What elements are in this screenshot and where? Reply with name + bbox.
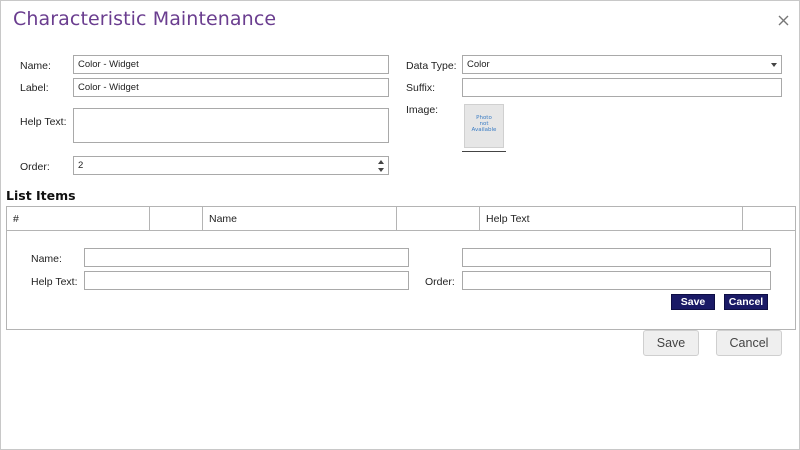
name-input[interactable]: Color - Widget <box>73 55 389 74</box>
list-items-grid: # Name Help Text <box>6 206 796 330</box>
suffix-input[interactable] <box>462 78 782 97</box>
data-type-label: Data Type: <box>406 60 457 72</box>
item-save-button[interactable]: Save <box>671 294 715 310</box>
spinner-up-icon[interactable] <box>378 160 384 164</box>
image-label: Image: <box>406 104 439 116</box>
item-help-text-label: Help Text: <box>31 276 78 288</box>
column-header-blank[interactable] <box>743 207 795 230</box>
order-spinner[interactable] <box>377 158 386 174</box>
dialog-title: Characteristic Maintenance <box>13 8 277 30</box>
help-text-label: Help Text: <box>20 116 67 128</box>
spinner-down-icon[interactable] <box>378 168 384 172</box>
column-header-number[interactable]: # <box>7 207 150 230</box>
data-type-select[interactable]: Color <box>462 55 782 74</box>
data-type-value: Color <box>467 59 490 70</box>
dropdown-caret-icon <box>771 63 777 67</box>
order-number-input[interactable]: 2 <box>73 156 389 175</box>
close-icon[interactable] <box>775 12 793 30</box>
column-header-blank[interactable] <box>150 207 203 230</box>
item-extra-input[interactable] <box>462 248 771 267</box>
suffix-label: Suffix: <box>406 82 435 94</box>
photo-placeholder-line: Available <box>471 127 497 133</box>
grid-header: # Name Help Text <box>7 207 795 231</box>
item-order-input[interactable] <box>462 271 771 290</box>
item-order-label: Order: <box>425 276 455 288</box>
label-label: Label: <box>20 82 49 94</box>
photo-not-available-image: Photo not Available <box>464 104 504 148</box>
help-text-textarea[interactable] <box>73 108 389 143</box>
name-label: Name: <box>20 60 51 72</box>
image-picker[interactable]: Photo not Available <box>462 102 506 152</box>
list-items-title: List Items <box>6 188 76 203</box>
characteristic-maintenance-dialog: Characteristic Maintenance Name: Color -… <box>0 0 800 450</box>
item-cancel-button[interactable]: Cancel <box>724 294 768 310</box>
item-name-label: Name: <box>31 253 62 265</box>
column-header-help-text[interactable]: Help Text <box>480 207 743 230</box>
item-name-input[interactable] <box>84 248 409 267</box>
item-help-text-input[interactable] <box>84 271 409 290</box>
column-header-name[interactable]: Name <box>203 207 397 230</box>
column-header-blank[interactable] <box>397 207 480 230</box>
order-label: Order: <box>20 161 50 173</box>
order-value: 2 <box>78 160 84 171</box>
label-input[interactable]: Color - Widget <box>73 78 389 97</box>
cancel-button[interactable]: Cancel <box>716 330 782 356</box>
save-button[interactable]: Save <box>643 330 699 356</box>
